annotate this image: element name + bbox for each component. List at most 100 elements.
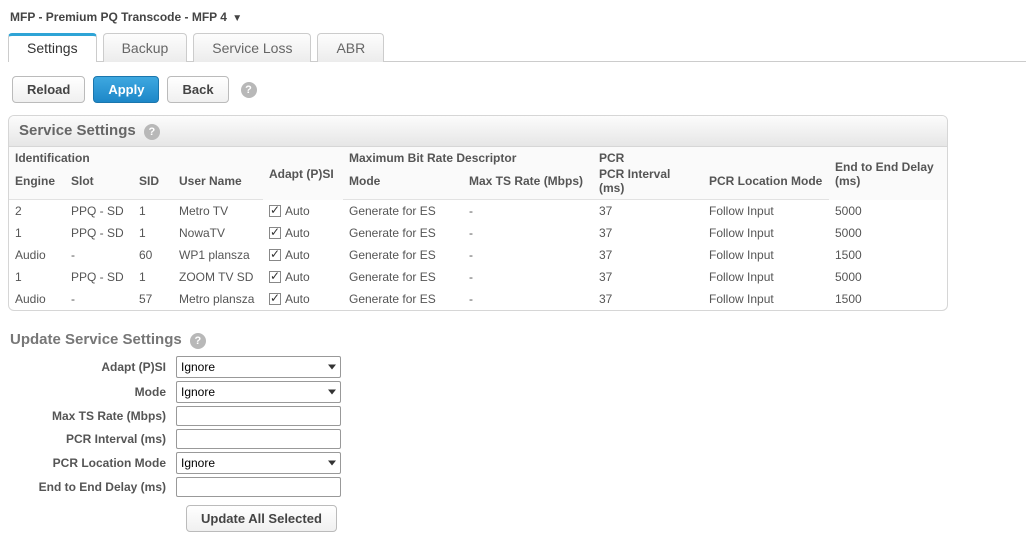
update-service-settings-section: Update Service Settings ? Adapt (P)SI Ig…: [8, 327, 1026, 532]
cell-sid: 1: [133, 200, 173, 223]
service-settings-tbody: 2PPQ - SD1Metro TVAutoGenerate for ES-37…: [9, 200, 947, 311]
th-slot: Slot: [65, 167, 133, 200]
cell-pcr-loc-mode: Follow Input: [703, 222, 829, 244]
tab-abr[interactable]: ABR: [317, 33, 384, 62]
select-pcr-loc-mode[interactable]: Ignore: [176, 452, 341, 474]
cell-max-ts-rate: -: [463, 200, 593, 223]
cell-user-name: ZOOM TV SD: [173, 266, 263, 288]
checkbox-adapt-psi[interactable]: [269, 249, 281, 261]
table-row[interactable]: 1PPQ - SD1ZOOM TV SDAutoGenerate for ES-…: [9, 266, 947, 288]
label-adapt-psi: Adapt (P)SI: [8, 360, 176, 374]
apply-button[interactable]: Apply: [93, 76, 159, 103]
th-pcr: PCR: [593, 147, 829, 167]
cell-pcr-loc-mode: Follow Input: [703, 244, 829, 266]
cell-adapt-psi: Auto: [263, 244, 343, 266]
breadcrumb[interactable]: MFP - Premium PQ Transcode - MFP 4 ▼: [8, 6, 1026, 32]
cell-engine: Audio: [9, 244, 65, 266]
th-sid: SID: [133, 167, 173, 200]
th-mode: Mode: [343, 167, 463, 200]
cell-sid: 1: [133, 266, 173, 288]
th-e2e-delay: End to End Delay (ms): [829, 147, 947, 200]
cell-user-name: Metro TV: [173, 200, 263, 223]
cell-slot: -: [65, 288, 133, 310]
help-icon[interactable]: ?: [190, 333, 206, 349]
cell-sid: 57: [133, 288, 173, 310]
cell-e2e-delay: 5000: [829, 266, 947, 288]
reload-button[interactable]: Reload: [12, 76, 85, 103]
cell-engine: 1: [9, 266, 65, 288]
select-adapt-psi[interactable]: Ignore: [176, 356, 341, 378]
update-all-selected-button[interactable]: Update All Selected: [186, 505, 337, 532]
cell-pcr-interval: 37: [593, 288, 703, 310]
input-e2e-delay[interactable]: [176, 477, 341, 497]
th-max-br-desc: Maximum Bit Rate Descriptor: [343, 147, 593, 167]
table-row[interactable]: 1PPQ - SD1NowaTVAutoGenerate for ES-37Fo…: [9, 222, 947, 244]
th-max-ts-rate: Max TS Rate (Mbps): [463, 167, 593, 200]
cell-user-name: WP1 plansza: [173, 244, 263, 266]
checkbox-adapt-psi[interactable]: [269, 293, 281, 305]
auto-label: Auto: [285, 204, 310, 218]
th-user-name: User Name: [173, 167, 263, 200]
cell-adapt-psi: Auto: [263, 222, 343, 244]
cell-e2e-delay: 1500: [829, 244, 947, 266]
cell-user-name: Metro plansza: [173, 288, 263, 310]
cell-max-ts-rate: -: [463, 288, 593, 310]
cell-adapt-psi: Auto: [263, 200, 343, 223]
toolbar: Reload Apply Back ?: [8, 62, 1026, 111]
auto-label: Auto: [285, 270, 310, 284]
help-icon[interactable]: ?: [144, 124, 160, 140]
table-row[interactable]: Audio-60WP1 planszaAutoGenerate for ES-3…: [9, 244, 947, 266]
checkbox-adapt-psi[interactable]: [269, 205, 281, 217]
cell-pcr-loc-mode: Follow Input: [703, 288, 829, 310]
cell-mode: Generate for ES: [343, 266, 463, 288]
label-e2e-delay: End to End Delay (ms): [8, 480, 176, 494]
panel-title-text: Service Settings: [19, 122, 136, 139]
th-pcr-interval: PCR Interval (ms): [593, 167, 703, 200]
breadcrumb-text: MFP - Premium PQ Transcode - MFP 4: [10, 10, 227, 24]
tab-settings[interactable]: Settings: [8, 33, 97, 62]
cell-e2e-delay: 1500: [829, 288, 947, 310]
checkbox-adapt-psi[interactable]: [269, 271, 281, 283]
label-max-ts-rate: Max TS Rate (Mbps): [8, 409, 176, 423]
cell-mode: Generate for ES: [343, 288, 463, 310]
service-settings-panel: Service Settings ? Identification Adapt …: [8, 115, 948, 311]
cell-pcr-interval: 37: [593, 244, 703, 266]
cell-pcr-loc-mode: Follow Input: [703, 266, 829, 288]
input-max-ts-rate[interactable]: [176, 406, 341, 426]
back-button[interactable]: Back: [167, 76, 228, 103]
cell-mode: Generate for ES: [343, 244, 463, 266]
th-adapt-psi: Adapt (P)SI: [263, 147, 343, 200]
auto-label: Auto: [285, 292, 310, 306]
table-row[interactable]: 2PPQ - SD1Metro TVAutoGenerate for ES-37…: [9, 200, 947, 223]
cell-engine: Audio: [9, 288, 65, 310]
tab-service-loss[interactable]: Service Loss: [193, 33, 311, 62]
th-identification: Identification: [9, 147, 263, 167]
cell-pcr-interval: 37: [593, 222, 703, 244]
cell-pcr-interval: 37: [593, 266, 703, 288]
cell-engine: 1: [9, 222, 65, 244]
update-title-text: Update Service Settings: [10, 331, 182, 348]
cell-slot: -: [65, 244, 133, 266]
cell-max-ts-rate: -: [463, 244, 593, 266]
auto-label: Auto: [285, 226, 310, 240]
input-pcr-interval[interactable]: [176, 429, 341, 449]
cell-pcr-loc-mode: Follow Input: [703, 200, 829, 223]
checkbox-adapt-psi[interactable]: [269, 227, 281, 239]
select-mode[interactable]: Ignore: [176, 381, 341, 403]
auto-label: Auto: [285, 248, 310, 262]
tab-backup[interactable]: Backup: [103, 33, 188, 62]
tab-bar: SettingsBackupService LossABR: [8, 32, 1026, 62]
help-icon[interactable]: ?: [241, 82, 257, 98]
cell-max-ts-rate: -: [463, 266, 593, 288]
update-title: Update Service Settings ?: [8, 327, 1026, 353]
label-pcr-interval: PCR Interval (ms): [8, 432, 176, 446]
cell-adapt-psi: Auto: [263, 266, 343, 288]
th-pcr-loc-mode: PCR Location Mode: [703, 167, 829, 200]
cell-mode: Generate for ES: [343, 200, 463, 223]
service-settings-table: Identification Adapt (P)SI Maximum Bit R…: [9, 147, 947, 310]
cell-pcr-interval: 37: [593, 200, 703, 223]
cell-adapt-psi: Auto: [263, 288, 343, 310]
table-row[interactable]: Audio-57Metro planszaAutoGenerate for ES…: [9, 288, 947, 310]
th-engine: Engine: [9, 167, 65, 200]
cell-mode: Generate for ES: [343, 222, 463, 244]
